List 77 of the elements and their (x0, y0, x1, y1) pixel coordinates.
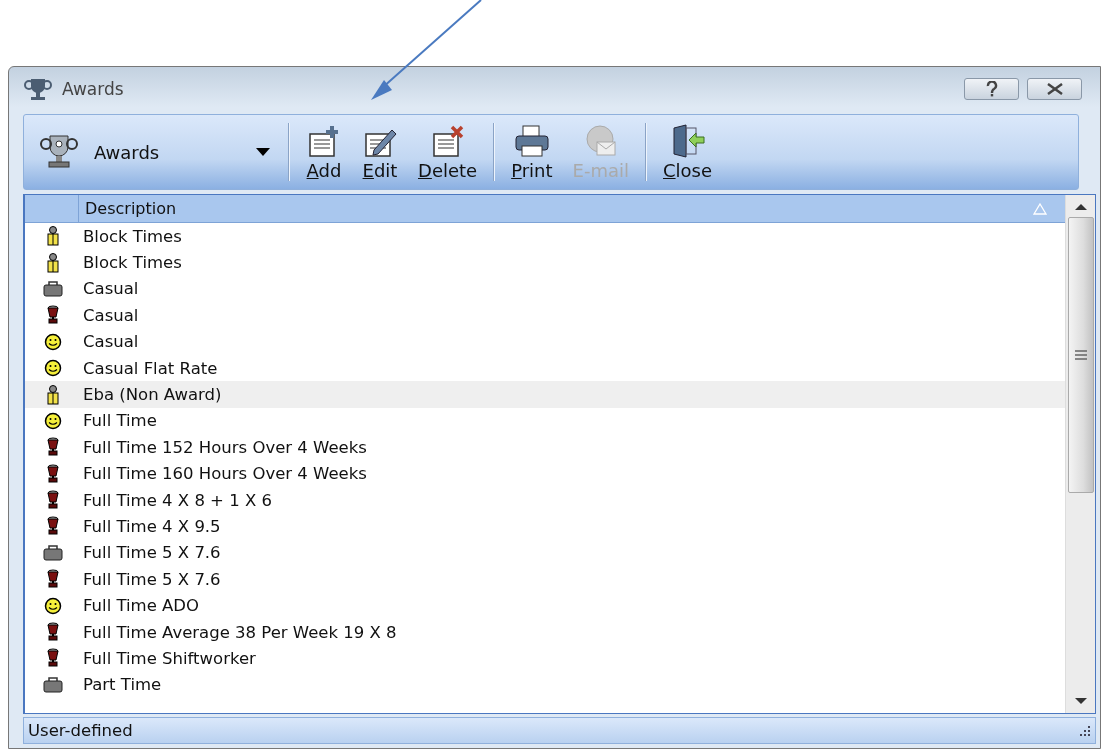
close-button[interactable]: Close (653, 121, 723, 183)
scroll-up-icon (1074, 203, 1087, 211)
delete-button[interactable]: Delete (408, 121, 488, 183)
row-text: Full Time Shiftworker (82, 648, 256, 668)
trophy-icon (24, 77, 52, 101)
dropdown-caret-icon (256, 148, 270, 156)
list-row[interactable]: Full Time 152 Hours Over 4 Weeks (25, 434, 1065, 461)
trophy-icon (46, 463, 60, 484)
smiley-icon (44, 332, 62, 351)
close-icon (1045, 83, 1064, 95)
list-row[interactable]: Casual Flat Rate (25, 354, 1065, 382)
row-text: Full Time 4 X 8 + 1 X 6 (82, 490, 272, 510)
trophy-icon (46, 516, 60, 537)
scrollbar[interactable] (1065, 195, 1095, 713)
person-icon (46, 384, 60, 405)
row-text: Casual Flat Rate (82, 358, 218, 378)
list-row[interactable]: Full Time 4 X 8 + 1 X 6 (25, 486, 1065, 514)
list-row[interactable]: Full Time 4 X 9.5 (25, 513, 1065, 540)
briefcase-icon (43, 544, 63, 561)
person-icon (46, 226, 60, 247)
close-button[interactable] (1027, 78, 1082, 100)
list-row[interactable]: Full Time ADO (25, 592, 1065, 619)
list-row[interactable]: Part Time (25, 671, 1065, 699)
row-text: Full Time Average 38 Per Week 19 X 8 (82, 622, 397, 642)
row-text: Full Time 5 X 7.6 (82, 543, 221, 563)
list-row[interactable]: Full Time Shiftworker (25, 645, 1065, 672)
row-text: Full Time 160 Hours Over 4 Weeks (82, 464, 367, 484)
trophy-icon (46, 490, 60, 511)
list-row[interactable]: Eba (Non Award) (25, 381, 1065, 408)
row-text: Full Time 5 X 7.6 (82, 569, 221, 589)
row-text: Full Time 152 Hours Over 4 Weeks (82, 437, 367, 457)
briefcase-icon (43, 280, 63, 297)
person-icon (46, 252, 60, 273)
award-selector[interactable]: Awards (24, 122, 282, 182)
scroll-down-icon (1074, 697, 1087, 705)
row-text: Block Times (82, 253, 182, 273)
row-text: Casual (82, 332, 139, 352)
row-text: Eba (Non Award) (82, 385, 222, 405)
help-button[interactable] (964, 78, 1019, 100)
row-text: Casual (82, 305, 139, 325)
row-text: Casual (82, 279, 139, 299)
status-text: User-defined (28, 721, 133, 740)
edit-button[interactable]: Edit (352, 121, 408, 183)
printer-icon (513, 123, 550, 158)
list-row[interactable]: Block Times (25, 249, 1065, 276)
scroll-thumb[interactable] (1067, 217, 1094, 493)
list-row[interactable]: Casual (25, 302, 1065, 329)
list-row[interactable]: Casual (25, 275, 1065, 303)
trophy-icon (46, 305, 60, 326)
smiley-icon (44, 596, 62, 615)
add-button[interactable]: Add (296, 121, 352, 183)
row-text: Full Time 4 X 9.5 (82, 517, 221, 536)
trophy-icon (46, 648, 60, 669)
list-row[interactable]: Casual (25, 328, 1065, 355)
list-row[interactable]: Full Time 160 Hours Over 4 Weeks (25, 460, 1065, 487)
row-text: Full Time (82, 411, 157, 431)
question-mark-icon (985, 81, 998, 97)
row-text: Part Time (82, 675, 162, 695)
smiley-icon (44, 411, 62, 430)
briefcase-icon (43, 676, 63, 693)
list-row[interactable]: Full Time 5 X 7.6 (25, 566, 1065, 593)
row-text: Block Times (82, 226, 182, 246)
trophy-icon (38, 134, 80, 170)
list-row[interactable]: Full Time (25, 407, 1065, 435)
smiley-icon (44, 359, 62, 378)
trophy-icon (46, 569, 60, 590)
sort-triangle-icon (1033, 202, 1047, 215)
trophy-icon (46, 622, 60, 643)
resize-grip-icon[interactable] (1077, 723, 1091, 738)
list-row[interactable]: Full Time Average 38 Per Week 19 X 8 (25, 618, 1065, 646)
grip-icon (1074, 350, 1087, 360)
list-row[interactable]: Full Time 5 X 7.6 (25, 539, 1065, 567)
list-row[interactable]: Block Times (25, 223, 1065, 250)
window-title: Awards (62, 79, 125, 99)
trophy-icon (46, 437, 60, 458)
print-button[interactable]: Print (501, 121, 563, 183)
row-text: Full Time ADO (82, 596, 200, 616)
